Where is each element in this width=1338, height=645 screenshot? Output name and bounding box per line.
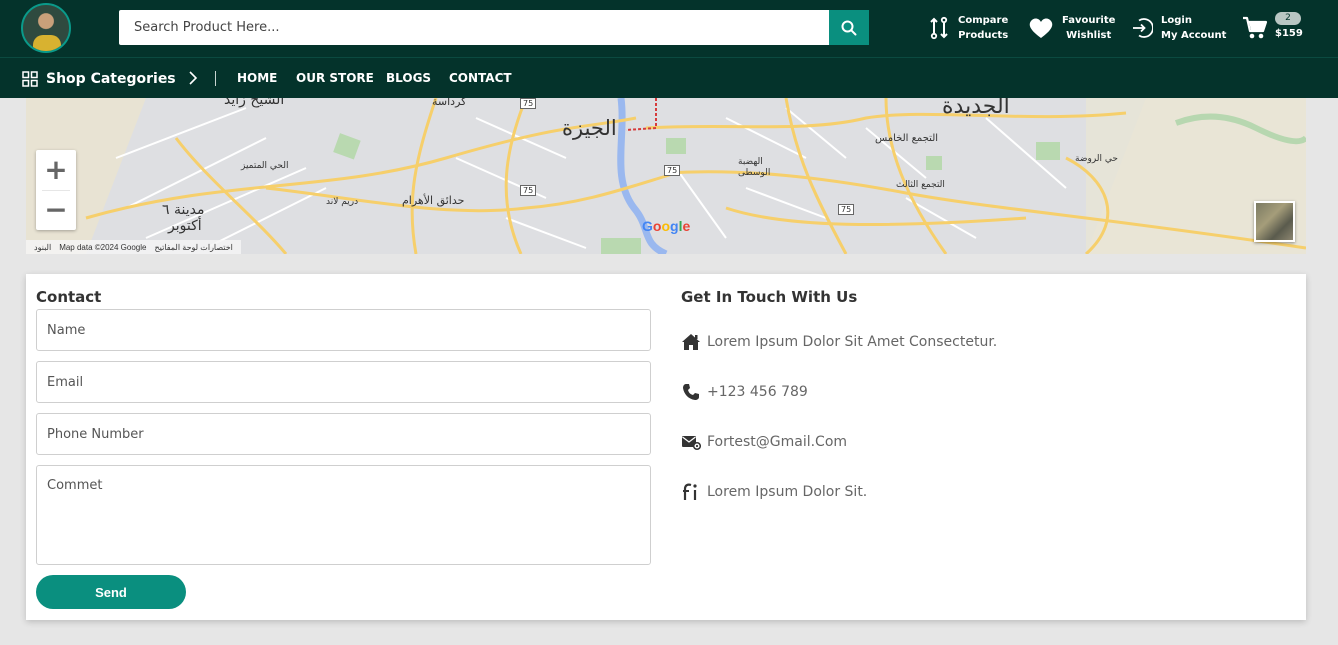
cart-icon — [1243, 16, 1268, 39]
heart-icon — [1029, 18, 1053, 38]
search-bar — [119, 10, 869, 45]
map-label-new-cairo: الجديدة — [942, 98, 1010, 119]
info-text: Lorem Ipsum Dolor Sit. — [707, 484, 868, 500]
home-icon — [682, 334, 700, 350]
map-zoom-control: + − — [36, 150, 76, 230]
address-row: Lorem Ipsum Dolor Sit Amet Consectetur. — [681, 330, 997, 354]
main-nav: Shop Categories HOME OUR STORE BLOGS CON… — [0, 57, 1338, 98]
zoom-in-button[interactable]: + — [36, 150, 76, 190]
shop-categories-label: Shop Categories — [46, 70, 176, 87]
info-icon — [683, 483, 697, 500]
wishlist-label: Favourite Wishlist — [1062, 15, 1116, 41]
map-label-fifth-settlement: التجمع الخامس — [875, 133, 939, 144]
favourite-wishlist-link[interactable]: Favourite Wishlist — [1028, 12, 1115, 44]
search-button[interactable] — [829, 10, 869, 45]
chevron-right-icon[interactable] — [188, 71, 198, 85]
email-row: Fortest@Gmail.Com — [681, 430, 847, 454]
contact-card: Contact Send Get In Touch With Us Lorem … — [26, 274, 1306, 620]
search-icon — [841, 20, 857, 35]
logo-avatar[interactable] — [21, 3, 71, 53]
map-label-hay-rawda: حي الروضة — [1075, 154, 1118, 164]
compare-icon — [930, 16, 948, 40]
login-icon — [1133, 18, 1153, 38]
map-terms-link[interactable]: البنود — [34, 243, 51, 252]
google-map[interactable]: الجيزة الجديدة الشيخ زايد كرداسة مدينة ٦… — [26, 98, 1306, 254]
compare-products-link[interactable]: Compare Products — [928, 12, 1008, 44]
map-label-giza: الجيزة — [562, 116, 617, 140]
email-text[interactable]: Fortest@Gmail.Com — [707, 434, 847, 450]
cart-link[interactable]: 2 $159 — [1242, 12, 1312, 44]
google-logo: Google — [642, 218, 691, 234]
nav-divider — [215, 71, 216, 86]
mail-icon — [682, 436, 701, 451]
satellite-toggle[interactable] — [1254, 201, 1295, 242]
map-data-credit: Map data ©2024 Google — [59, 242, 147, 252]
get-in-touch-title: Get In Touch With Us — [681, 288, 858, 306]
compare-products-label: Compare Products — [958, 15, 1009, 41]
grid-icon — [22, 70, 38, 87]
cart-total: $159 — [1275, 28, 1303, 39]
account-label: Login My Account — [1161, 15, 1227, 41]
search-input[interactable] — [119, 10, 829, 45]
map-attribution: البنود Map data ©2024 Google اختصارات لو… — [26, 240, 241, 254]
info-row: Lorem Ipsum Dolor Sit. — [681, 480, 867, 504]
phone-input[interactable] — [36, 413, 651, 455]
name-input[interactable] — [36, 309, 651, 351]
minus-icon: − — [44, 193, 68, 226]
map-label-plateau: الهضبة — [738, 157, 763, 167]
email-input[interactable] — [36, 361, 651, 403]
nav-link-our-store[interactable]: OUR STORE — [296, 71, 374, 85]
map-label-october: أكتوبر — [168, 218, 202, 234]
cart-count-badge: 2 — [1275, 12, 1301, 25]
login-account-link[interactable]: Login My Account — [1131, 12, 1226, 44]
map-keyboard-shortcuts-link[interactable]: اختصارات لوحة المفاتيح — [154, 243, 232, 252]
road-shield-75-b: 75 — [664, 165, 681, 176]
map-label-october-city: مدينة ٦ — [162, 202, 205, 218]
map-label-kerdasa: كرداسة — [432, 98, 467, 108]
address-text: Lorem Ipsum Dolor Sit Amet Consectetur. — [707, 334, 998, 350]
phone-icon — [683, 384, 699, 400]
map-label-plateau-middle: الوسطى — [738, 168, 771, 178]
road-shield-75: 75 — [520, 98, 537, 109]
phone-text[interactable]: +123 456 789 — [707, 384, 808, 400]
send-button[interactable]: Send — [36, 575, 186, 609]
comment-textarea[interactable] — [36, 465, 651, 565]
map-label-hay-motamayez: الحي المتميز — [241, 161, 289, 171]
map-label-sheikh-zayed: الشيخ زايد — [224, 98, 285, 108]
road-shield-75-c: 75 — [520, 185, 537, 196]
shop-categories-button[interactable]: Shop Categories — [22, 58, 176, 99]
nav-link-home[interactable]: HOME — [237, 71, 277, 85]
nav-link-blogs[interactable]: BLOGS — [386, 71, 431, 85]
map-label-dream-land: دريم لاند — [326, 197, 359, 207]
map-label-third-settlement: التجمع الثالث — [896, 180, 945, 190]
nav-link-contact[interactable]: CONTACT — [449, 71, 512, 85]
road-shield-75-d: 75 — [838, 204, 855, 215]
top-header: CompareProducts FavouriteWishlist LoginM… — [0, 0, 1338, 57]
plus-icon: + — [44, 153, 68, 186]
zoom-out-button[interactable]: − — [36, 190, 76, 230]
contact-title: Contact — [36, 288, 102, 306]
map-label-hadaeq-ahram: حدائق الأهرام — [402, 194, 465, 207]
phone-row: +123 456 789 — [681, 380, 808, 404]
